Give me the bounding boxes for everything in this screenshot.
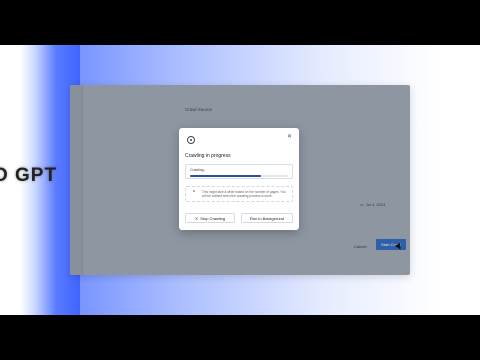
date-field[interactable]: ▭ Jul 4, 2024 [360, 202, 385, 207]
crawl-progress-modal: ✕ Crawling in progress Crawling... This … [179, 128, 299, 230]
stop-crawling-label: Stop Crawling [200, 215, 226, 221]
overlay-title: D GPT [0, 165, 58, 186]
progress-track [190, 175, 288, 177]
target-icon [187, 136, 195, 144]
stop-icon: ✕ [194, 215, 199, 221]
app-sidebar [70, 85, 83, 275]
info-icon [193, 190, 195, 192]
video-frame: D GPT Crawl Source ▭ Jul 4, 2024 Cancel … [0, 45, 480, 315]
crawl-source-title: Crawl Source [185, 107, 213, 112]
cancel-button[interactable]: Cancel [354, 244, 366, 249]
stop-crawling-button[interactable]: ✕ Stop Crawling [185, 213, 235, 223]
date-value: Jul 4, 2024 [365, 202, 386, 207]
calendar-icon: ▭ [360, 202, 364, 207]
progress-label: Crawling... [190, 168, 207, 172]
modal-title: Crawling in progress [185, 153, 231, 159]
progress-fill [190, 175, 261, 177]
close-icon[interactable]: ✕ [287, 134, 292, 140]
run-in-background-button[interactable]: Run in Background [241, 213, 293, 223]
info-note: This might take a while based on the num… [185, 186, 293, 202]
progress-card: Crawling... [185, 164, 293, 179]
info-note-text: This might take a while based on the num… [202, 190, 286, 198]
